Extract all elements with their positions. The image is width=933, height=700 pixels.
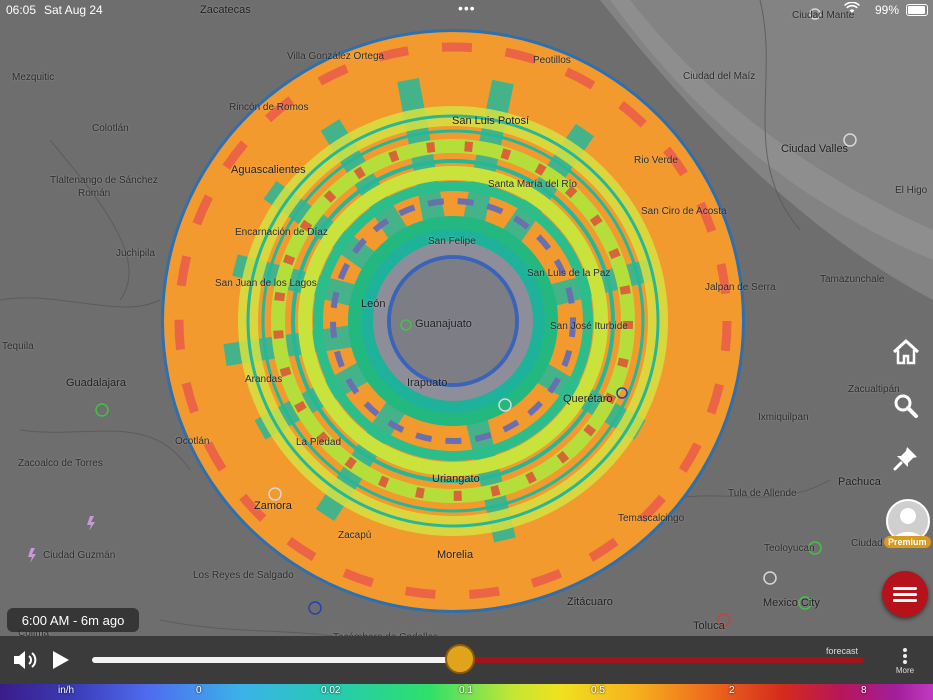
map-label: Toluca — [693, 620, 725, 632]
map-label: Tequila — [2, 341, 34, 352]
map-label: Ciudad del Maíz — [683, 71, 756, 82]
status-bar: 06:05 Sat Aug 24 ••• 99% — [0, 0, 933, 20]
map-label: Villa González Ortega — [287, 51, 385, 62]
radar-map[interactable] — [0, 0, 933, 700]
status-time: 06:05 — [6, 3, 37, 17]
map-label: Rio Verde — [634, 155, 678, 166]
search-icon[interactable] — [888, 388, 924, 424]
map-label: Teoloyucan — [764, 543, 815, 554]
map-label: Ocotlán — [175, 436, 210, 447]
map-label: Temascalcingo — [618, 513, 685, 524]
map-label: Rincón de Romos — [229, 102, 309, 113]
battery-percent: 99% — [875, 3, 900, 17]
wifi-icon — [844, 1, 860, 17]
premium-badge[interactable]: Premium — [884, 536, 931, 548]
map-label: Juchipila — [116, 248, 155, 259]
map-label: Tamazunchale — [820, 274, 885, 285]
legend-tick: 0.02 — [321, 685, 341, 696]
map-label: Santa María del Río — [488, 179, 577, 190]
multitask-dots-icon[interactable]: ••• — [458, 0, 476, 16]
map-label: Ixmiquilpan — [758, 412, 809, 423]
map-label: San Luis Potosí — [452, 115, 530, 127]
map-label: Peotillos — [533, 55, 571, 66]
precip-legend: in/h 0 0.02 0.1 0.5 2 8 — [0, 684, 933, 700]
map-label: San José Iturbide — [550, 321, 628, 332]
map-label: Guanajuato — [415, 318, 472, 330]
play-icon[interactable] — [52, 650, 70, 675]
menu-button[interactable] — [882, 571, 928, 617]
map-label: San Luis de la Paz — [527, 268, 611, 279]
map-label: Mezquitic — [12, 72, 55, 83]
map-label: Tula de Allende — [728, 488, 797, 499]
timeline-progress — [92, 657, 461, 663]
map-label: Ciudad Guzmán — [43, 550, 116, 561]
pin-icon[interactable] — [888, 440, 924, 476]
legend-tick: 2 — [729, 685, 735, 696]
map-label: Zamora — [254, 500, 292, 512]
map-label: Zitácuaro — [567, 596, 613, 608]
map-label: Jalpan de Serra — [705, 282, 776, 293]
hamburger-icon — [893, 584, 917, 605]
map-label: La Piedad — [296, 437, 342, 448]
map-label: Mexico City — [763, 597, 820, 609]
legend-tick: 0.1 — [459, 685, 473, 696]
map-label: Román — [78, 188, 111, 199]
map-label: Ciudad — [851, 538, 883, 549]
legend-tick: 0 — [196, 685, 202, 696]
map-label: León — [361, 298, 386, 310]
map-label: Arandas — [245, 374, 283, 385]
map-label: Tlaltenango de Sánchez — [50, 175, 158, 186]
map-label: Encarnación de Díaz — [235, 227, 328, 238]
more-label: More — [895, 666, 915, 675]
status-date: Sat Aug 24 — [44, 3, 103, 17]
map-label: Irapuato — [407, 377, 448, 389]
legend-unit: in/h — [58, 685, 75, 696]
map-label: El Higo — [895, 185, 928, 196]
map-label: Los Reyes de Salgado — [193, 570, 294, 581]
battery-icon — [906, 4, 928, 16]
map-label: Uriangato — [432, 473, 480, 485]
home-icon[interactable] — [888, 334, 924, 370]
map-label: San Ciro de Acosta — [641, 206, 727, 217]
map-label: Zacapú — [338, 530, 372, 541]
map-label: Aguascalientes — [231, 164, 306, 176]
map-label: Morelia — [437, 549, 474, 561]
legend-tick: 8 — [861, 685, 867, 696]
map-label: San Felipe — [428, 236, 476, 247]
map-label: Pachuca — [838, 476, 881, 488]
map-label: Guadalajara — [66, 377, 126, 389]
more-button[interactable]: More — [892, 648, 918, 675]
volume-icon[interactable] — [12, 648, 40, 677]
map-label: Querétaro — [563, 393, 613, 405]
forecast-label: forecast — [826, 646, 859, 656]
frame-time-label: 6:00 AM - 6m ago — [7, 608, 139, 632]
map-label: San Juan de los Lagos — [215, 278, 317, 289]
map-label: Colotlán — [92, 123, 129, 134]
map-label: Zacoalco de Torres — [18, 458, 103, 469]
map-label: Ciudad Valles — [781, 143, 849, 155]
legend-tick: 0.5 — [591, 685, 605, 696]
